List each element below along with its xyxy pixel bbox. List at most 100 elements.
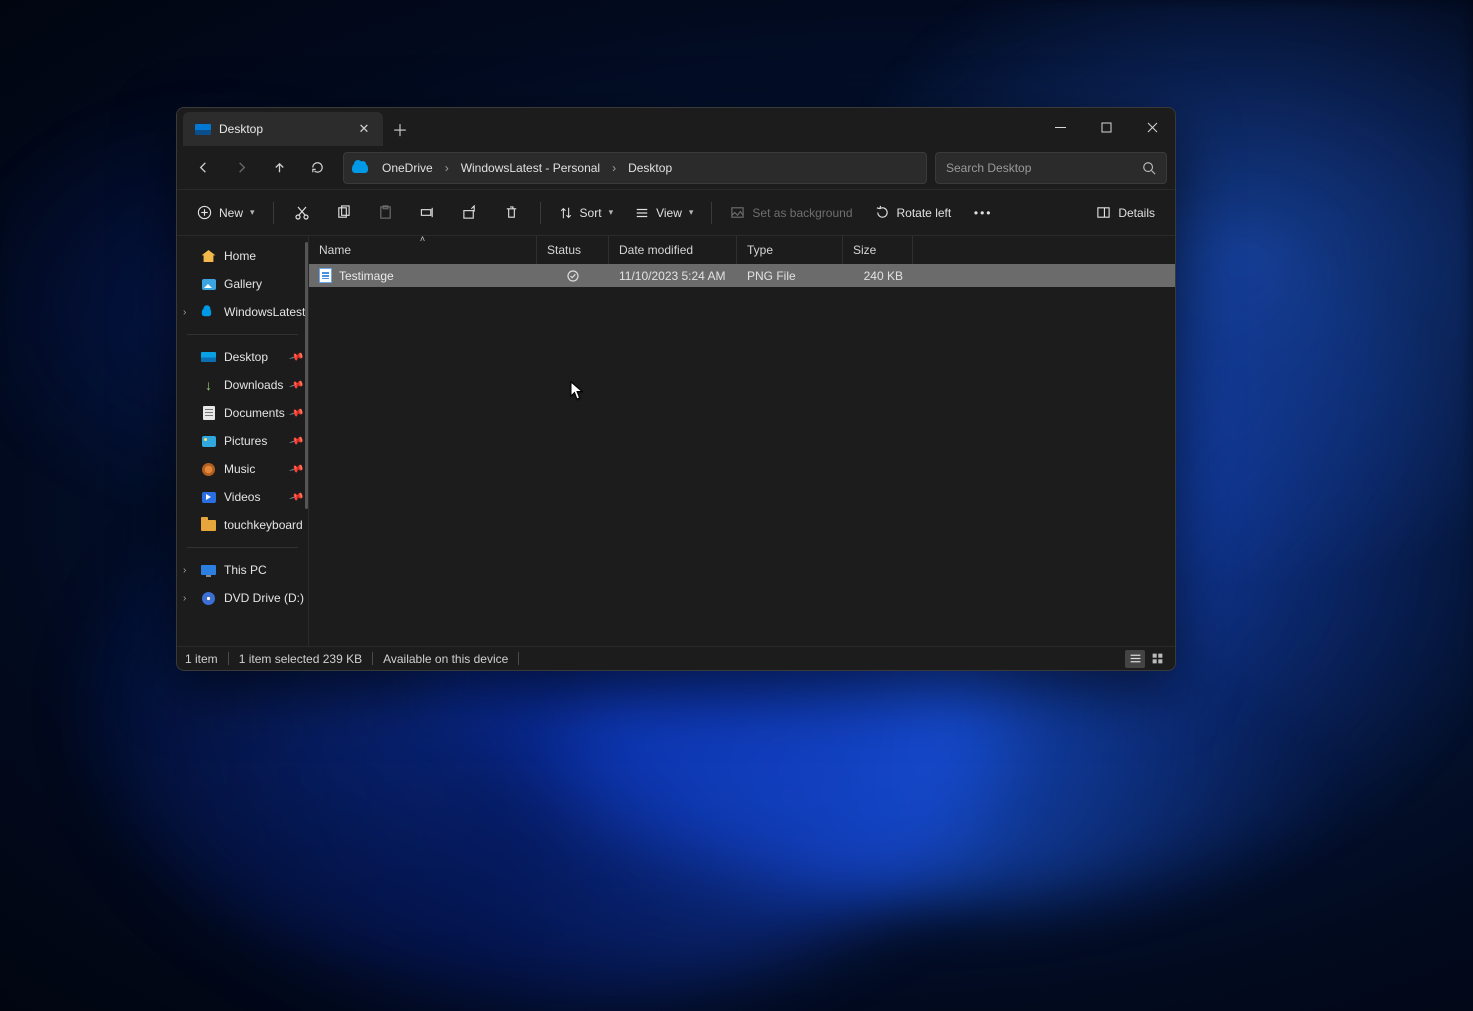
sort-button[interactable]: Sort ▾ — [549, 197, 624, 229]
sidebar-item-label: Pictures — [224, 434, 267, 448]
toolbar: New ▾ Sort ▾ View ▾ — [177, 190, 1175, 236]
sidebar-item-label: WindowsLatest — [224, 305, 305, 319]
chevron-down-icon: ▾ — [609, 207, 614, 218]
cell-type: PNG File — [737, 264, 843, 287]
crumb-desktop[interactable]: Desktop — [620, 153, 680, 183]
music-icon — [201, 462, 216, 477]
file-explorer-window: Desktop ✕ ＋ — [176, 107, 1176, 671]
sidebar-scrollbar[interactable] — [305, 242, 308, 640]
column-name[interactable]: ˄ Name — [309, 236, 537, 264]
pc-icon — [201, 563, 216, 578]
rotate-left-icon — [875, 205, 890, 220]
view-list-icon — [635, 206, 649, 220]
view-label: View — [656, 206, 682, 220]
table-row[interactable]: Testimage 11/10/2023 5:24 AM PNG File 24… — [309, 264, 1175, 287]
column-label: Name — [319, 243, 351, 257]
scissors-icon — [294, 205, 310, 221]
sidebar-item-label: Documents — [224, 406, 285, 420]
sort-asc-icon: ˄ — [420, 234, 425, 244]
search-placeholder: Search Desktop — [946, 161, 1031, 175]
sidebar-item-touchkeyboard[interactable]: touchkeyboard — [177, 511, 308, 539]
sidebar-item-label: Desktop — [224, 350, 268, 364]
thumbnails-view-toggle[interactable] — [1147, 650, 1167, 668]
rotate-left-label: Rotate left — [897, 206, 952, 220]
rename-button[interactable] — [408, 197, 448, 229]
chevron-right-icon[interactable]: › — [183, 307, 186, 318]
view-button[interactable]: View ▾ — [625, 197, 703, 229]
pin-icon: 📌 — [288, 461, 304, 477]
column-size[interactable]: Size — [843, 236, 913, 264]
sidebar-item-downloads[interactable]: ↓ Downloads 📌 — [177, 371, 308, 399]
cut-button[interactable] — [282, 197, 322, 229]
image-file-icon — [319, 268, 332, 283]
minimize-button[interactable] — [1037, 108, 1083, 146]
sidebar-item-dvd[interactable]: › DVD Drive (D:) C — [177, 584, 308, 612]
pictures-icon — [201, 434, 216, 449]
chevron-right-icon: › — [610, 161, 618, 175]
column-type[interactable]: Type — [737, 236, 843, 264]
share-button[interactable] — [450, 197, 490, 229]
rename-icon — [420, 205, 435, 220]
column-date[interactable]: Date modified — [609, 236, 737, 264]
sidebar-item-windowslatest[interactable]: › WindowsLatest — [177, 298, 308, 326]
sidebar-item-desktop[interactable]: Desktop 📌 — [177, 343, 308, 371]
copy-button[interactable] — [324, 197, 364, 229]
details-view-toggle[interactable] — [1125, 650, 1145, 668]
paste-button[interactable] — [366, 197, 406, 229]
chevron-down-icon: ▾ — [689, 207, 694, 218]
sidebar-item-home[interactable]: Home — [177, 242, 308, 270]
refresh-button[interactable] — [299, 152, 335, 184]
close-window-button[interactable] — [1129, 108, 1175, 146]
tab-desktop[interactable]: Desktop ✕ — [183, 112, 383, 146]
desktop-icon — [201, 350, 216, 365]
onedrive-icon — [201, 305, 216, 320]
up-button[interactable] — [261, 152, 297, 184]
file-rows: Testimage 11/10/2023 5:24 AM PNG File 24… — [309, 264, 1175, 646]
desktop-icon — [195, 124, 211, 135]
share-icon — [462, 205, 477, 220]
separator — [540, 202, 541, 224]
breadcrumb[interactable]: OneDrive › WindowsLatest - Personal › De… — [343, 152, 927, 184]
sort-icon — [559, 206, 573, 220]
column-label: Date modified — [619, 243, 693, 257]
more-button[interactable]: ••• — [963, 197, 1003, 229]
separator — [273, 202, 274, 224]
rotate-left-button[interactable]: Rotate left — [865, 197, 962, 229]
sidebar-item-label: Home — [224, 249, 256, 263]
paste-icon — [378, 205, 393, 220]
delete-button[interactable] — [492, 197, 532, 229]
sidebar-item-gallery[interactable]: Gallery — [177, 270, 308, 298]
file-area: ˄ Name Status Date modified Type Size — [309, 236, 1175, 646]
column-label: Status — [547, 243, 581, 257]
status-selected: 1 item selected 239 KB — [239, 652, 362, 666]
crumb-windowslatest[interactable]: WindowsLatest - Personal — [453, 153, 608, 183]
forward-button[interactable] — [223, 152, 259, 184]
search-icon — [1142, 161, 1156, 175]
chevron-right-icon[interactable]: › — [183, 593, 186, 604]
column-status[interactable]: Status — [537, 236, 609, 264]
separator — [518, 652, 519, 665]
close-tab-button[interactable]: ✕ — [353, 118, 375, 140]
copy-icon — [336, 205, 351, 220]
dvd-icon — [201, 591, 216, 606]
pin-icon: 📌 — [288, 377, 304, 393]
sidebar-item-pictures[interactable]: Pictures 📌 — [177, 427, 308, 455]
back-button[interactable] — [185, 152, 221, 184]
search-input[interactable]: Search Desktop — [935, 152, 1167, 184]
sidebar-item-videos[interactable]: Videos 📌 — [177, 483, 308, 511]
navigation-row: OneDrive › WindowsLatest - Personal › De… — [177, 146, 1175, 190]
new-tab-button[interactable]: ＋ — [383, 112, 417, 146]
sidebar-item-thispc[interactable]: › This PC — [177, 556, 308, 584]
details-button[interactable]: Details — [1086, 197, 1165, 229]
set-background-button[interactable]: Set as background — [720, 197, 862, 229]
maximize-button[interactable] — [1083, 108, 1129, 146]
chevron-right-icon[interactable]: › — [183, 565, 186, 576]
cell-name: Testimage — [309, 264, 537, 287]
statusbar: 1 item 1 item selected 239 KB Available … — [177, 646, 1175, 670]
crumb-onedrive[interactable]: OneDrive — [374, 153, 441, 183]
new-button[interactable]: New ▾ — [187, 197, 265, 229]
sidebar-item-documents[interactable]: Documents 📌 — [177, 399, 308, 427]
cell-date: 11/10/2023 5:24 AM — [609, 264, 737, 287]
sidebar: Home Gallery › WindowsLatest Desktop 📌 ↓… — [177, 236, 309, 646]
sidebar-item-music[interactable]: Music 📌 — [177, 455, 308, 483]
